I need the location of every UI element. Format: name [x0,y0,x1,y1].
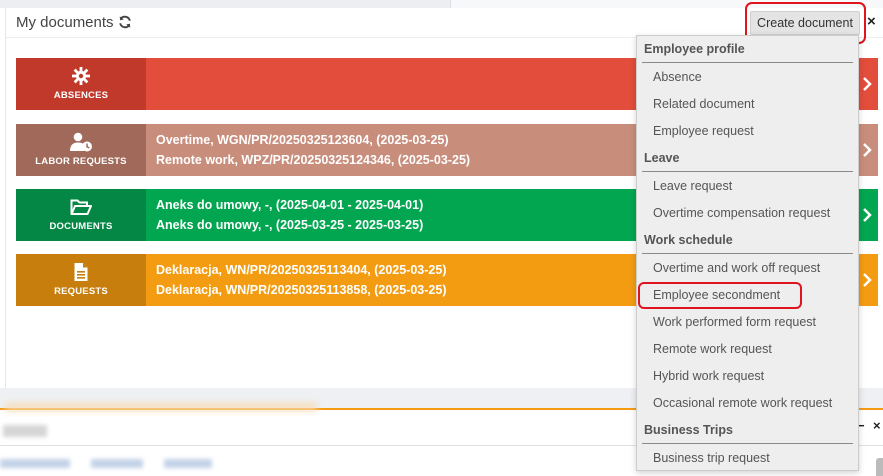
card-line[interactable]: Aneks do umowy, -, (2025-04-01 - 2025-04… [156,198,423,212]
chevron-right-icon[interactable] [862,272,872,288]
top-strip [0,0,883,8]
gear-icon [72,67,90,85]
refresh-icon[interactable] [118,15,132,29]
scrollbar-thumb[interactable] [876,458,883,476]
menu-item-employee-secondment[interactable]: Employee secondment [637,282,858,309]
card-label-documents[interactable]: DOCUMENTS [16,189,146,241]
card-line[interactable]: Deklaracja, WN/PR/20250325113404, (2025-… [156,263,446,277]
blurred-title [3,424,47,437]
menu-item-remote-work-request[interactable]: Remote work request [637,336,858,363]
card-label-text: DOCUMENTS [49,221,113,232]
dropdown-divider [642,253,853,254]
menu-item-business-trip-request[interactable]: Business trip request [637,445,858,472]
create-document-button[interactable]: Create document [750,11,860,35]
widget-header: My documents Create document × [6,2,883,44]
dropdown-section-business-trips: Business Trips [644,423,733,437]
chevron-right-icon[interactable] [862,142,872,158]
blurred-region [5,402,317,412]
card-label-labor-requests[interactable]: LABOR REQUESTS [16,124,146,176]
lower-widget-tabs [0,459,230,471]
lower-widget-title [3,422,47,437]
dropdown-divider [642,62,853,63]
blurred-tab[interactable] [164,459,213,468]
dropdown-section-work-schedule: Work schedule [644,233,733,247]
widget-title: My documents [16,14,114,31]
card-label-absences[interactable]: ABSENCES [16,58,146,110]
menu-item-related-document[interactable]: Related document [637,91,858,118]
close-widget-icon[interactable]: × [867,13,876,30]
dropdown-section-leave: Leave [644,151,680,165]
card-line[interactable]: Aneks do umowy, -, (2025-03-25 - 2025-03… [156,218,423,232]
menu-item-occasional-remote-work-request[interactable]: Occasional remote work request [637,390,858,417]
menu-item-absence[interactable]: Absence [637,64,858,91]
dropdown-section-employee-profile: Employee profile [644,42,745,56]
user-clock-icon [70,132,92,152]
blurred-tab[interactable] [91,459,144,468]
create-document-dropdown: Employee profile Absence Related documen… [636,35,859,471]
folder-open-icon [70,199,92,215]
card-label-text: LABOR REQUESTS [35,156,127,167]
chevron-right-icon[interactable] [862,76,872,92]
menu-item-overtime-and-work-off-request[interactable]: Overtime and work off request [637,255,858,282]
blurred-tab[interactable] [0,459,70,468]
dropdown-divider [642,171,853,172]
card-label-requests[interactable]: REQUESTS [16,254,146,306]
card-label-text: ABSENCES [53,90,109,101]
file-icon [74,263,88,281]
menu-item-employee-request[interactable]: Employee request [637,118,858,145]
top-strip-segment [450,0,883,8]
menu-item-hybrid-work-request[interactable]: Hybrid work request [637,363,858,390]
chevron-right-icon[interactable] [862,207,872,223]
menu-item-work-performed-form-request[interactable]: Work performed form request [637,309,858,336]
dropdown-divider [642,443,853,444]
menu-item-leave-request[interactable]: Leave request [637,173,858,200]
card-label-text: REQUESTS [54,286,108,297]
card-line[interactable]: Overtime, WGN/PR/20250325123604, (2025-0… [156,133,449,147]
card-line[interactable]: Remote work, WPZ/PR/20250325124346, (202… [156,153,470,167]
close-lower-widget-icon[interactable]: × [873,418,881,433]
card-line[interactable]: Deklaracja, WN/PR/20250325113858, (2025-… [156,283,446,297]
menu-item-overtime-compensation-request[interactable]: Overtime compensation request [637,200,858,227]
